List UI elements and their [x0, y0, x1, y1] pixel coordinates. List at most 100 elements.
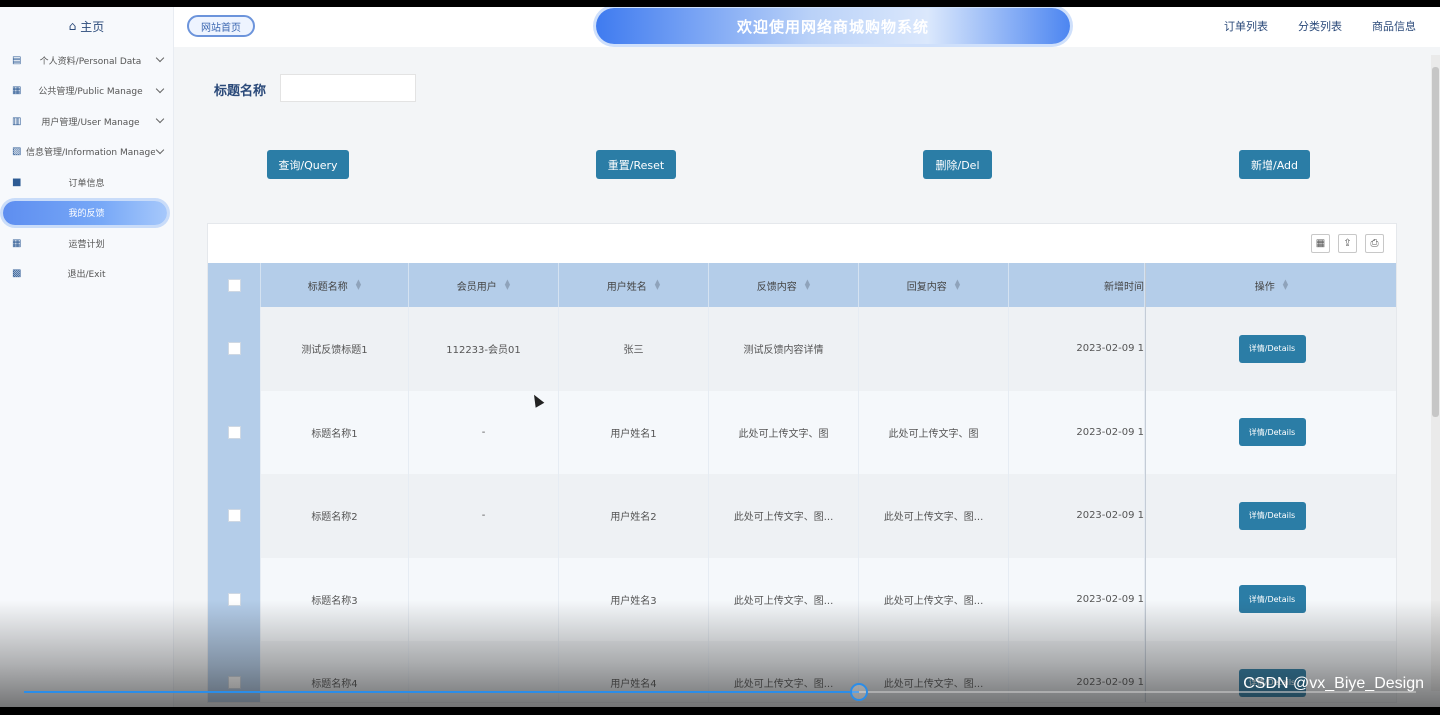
table-row: 标题名称4 用户姓名4 此处可上传文字、图... 此处可上传文字、图... 20…	[208, 641, 1396, 702]
file-icon: ▦	[12, 85, 22, 97]
scrollbar-thumb[interactable]	[1432, 67, 1439, 417]
sidebar-item-exit[interactable]: ▩ 退出/Exit	[0, 259, 173, 290]
table-row: 标题名称1 - 用户姓名1 此处可上传文字、图 此处可上传文字、图 2023-0…	[208, 390, 1396, 474]
cell-reply	[859, 307, 1009, 391]
sidebar-item-label: 退出/Exit	[67, 270, 106, 281]
cell-feedback: 此处可上传文字、图...	[709, 474, 859, 558]
cell-title: 测试反馈标题1	[261, 307, 409, 391]
details-button[interactable]: 详情/Details	[1238, 585, 1306, 614]
chevron-down-icon	[155, 53, 165, 63]
table-row: 标题名称2 - 用户姓名2 此处可上传文字、图... 此处可上传文字、图... …	[208, 474, 1396, 558]
column-header[interactable]: 用户姓名 ▲ ▼	[559, 263, 709, 307]
cell-time: 2023-02-09 1	[1009, 307, 1145, 391]
cell-member: -	[409, 474, 559, 558]
sort-icon[interactable]: ▲ ▼	[505, 279, 510, 291]
sidebar-item-user-manage[interactable]: ▥ 用户管理/User Manage	[0, 106, 173, 137]
cell-time: 2023-02-09 1	[1009, 641, 1145, 702]
sort-icon[interactable]: ▲ ▼	[955, 279, 960, 291]
watermark-text: CSDN @vx_Biye_Design	[1243, 675, 1424, 692]
row-select-cell	[208, 474, 261, 558]
nav-order-list[interactable]: 订单列表	[1224, 18, 1268, 34]
column-label: 标题名称	[307, 281, 348, 293]
table-row: 标题名称3 用户姓名3 此处可上传文字、图... 此处可上传文字、图... 20…	[208, 557, 1396, 641]
sidebar-item-label: 信息管理/Information Manage	[26, 148, 155, 159]
column-header[interactable]: 标题名称 ▲ ▼	[261, 263, 409, 307]
cell-reply: 此处可上传文字、图	[859, 390, 1009, 474]
sidebar-item-label: 用户管理/User Manage	[41, 117, 140, 128]
row-checkbox[interactable]	[227, 676, 241, 690]
sidebar-item-label: 个人资料/Personal Data	[39, 56, 142, 67]
chevron-down-icon	[155, 84, 165, 93]
table-toolbar: ▦ ⇪ ⎙	[1311, 234, 1384, 253]
row-checkbox[interactable]	[227, 509, 241, 523]
row-select-cell	[208, 557, 261, 641]
vertical-scrollbar[interactable]	[1431, 55, 1440, 691]
title-search-input[interactable]	[280, 74, 416, 102]
export-icon[interactable]: ⇪	[1338, 234, 1357, 253]
query-button[interactable]: 查询/Query	[267, 150, 349, 179]
cell-title: 标题名称1	[261, 390, 409, 474]
cell-feedback: 此处可上传文字、图...	[709, 641, 859, 702]
cell-name: 张三	[559, 307, 709, 391]
sidebar-item-operation-plan[interactable]: ▦ 运营计划	[0, 228, 173, 259]
sort-icon[interactable]: ▲ ▼	[356, 279, 361, 291]
video-progress-bar[interactable]	[24, 683, 1416, 701]
sidebar-item-personal-data[interactable]: ▤ 个人资料/Personal Data	[0, 45, 173, 76]
cell-action: 详情/Details	[1145, 390, 1396, 474]
reset-button[interactable]: 重置/Reset	[596, 150, 676, 179]
row-checkbox[interactable]	[227, 342, 241, 356]
details-button[interactable]: 详情/Details	[1238, 418, 1306, 447]
cell-member	[409, 557, 559, 641]
cell-reply: 此处可上传文字、图...	[859, 474, 1009, 558]
column-label: 反馈内容	[756, 281, 797, 293]
site-home-button[interactable]: 网站首页	[187, 15, 255, 37]
cell-feedback: 测试反馈内容详情	[709, 307, 859, 391]
cell-action: 详情/Details	[1145, 641, 1396, 702]
sidebar-item-information-manage[interactable]: ▧ 信息管理/Information Manage	[0, 137, 173, 168]
delete-button[interactable]: 删除/Del	[923, 150, 992, 179]
sort-icon[interactable]: ▲ ▼	[805, 279, 810, 291]
home-icon: ⌂	[68, 19, 77, 33]
cell-name: 用户姓名2	[559, 474, 709, 558]
columns-icon[interactable]: ▦	[1311, 234, 1330, 253]
column-label: 会员用户	[456, 281, 497, 293]
chevron-down-icon	[155, 145, 165, 154]
sidebar-item-label: 运营计划	[68, 239, 105, 250]
cell-time: 2023-02-09 1	[1009, 557, 1145, 641]
nav-category-list[interactable]: 分类列表	[1298, 18, 1342, 34]
nav-product-info[interactable]: 商品信息	[1372, 18, 1416, 34]
print-icon[interactable]: ⎙	[1365, 234, 1384, 253]
column-label: 回复内容	[906, 281, 947, 293]
app-frame: ⌂ 主页 ▤ 个人资料/Personal Data ▦ 公共管理/Public …	[0, 7, 1440, 707]
sidebar-item-label: 我的反馈	[68, 209, 105, 220]
column-header[interactable]: 会员用户 ▲ ▼	[409, 263, 559, 307]
select-all-checkbox[interactable]	[227, 278, 241, 292]
details-button[interactable]: 详情/Details	[1238, 501, 1306, 530]
cell-feedback: 此处可上传文字、图...	[709, 557, 859, 641]
row-checkbox[interactable]	[227, 592, 241, 606]
cell-action: 详情/Details	[1145, 474, 1396, 558]
column-header[interactable]: 新增时间	[1009, 263, 1145, 307]
column-header[interactable]: 回复内容 ▲ ▼	[859, 263, 1009, 307]
sidebar-item-public-manage[interactable]: ▦ 公共管理/Public Manage	[0, 76, 173, 107]
add-button[interactable]: 新增/Add	[1239, 150, 1310, 179]
table-header: 标题名称 ▲ ▼ 会员用户 ▲ ▼ 用户姓名 ▲ ▼ 反馈内容 ▲ ▼ 回复内容 ▲ ▼ 新增时间 …	[208, 263, 1396, 307]
sidebar-item-my-feedback[interactable]: 我的反馈	[0, 198, 173, 229]
column-label: 新增时间	[1104, 281, 1144, 293]
sidebar-item-orders[interactable]: ■ 订单信息	[0, 167, 173, 198]
details-button[interactable]: 详情/Details	[1238, 334, 1306, 363]
sidebar-home[interactable]: ⌂ 主页	[0, 7, 173, 45]
sort-icon[interactable]: ▲ ▼	[1283, 279, 1288, 291]
calendar-check-icon: ▩	[12, 268, 22, 280]
cell-time: 2023-02-09 1	[1009, 474, 1145, 558]
row-checkbox[interactable]	[227, 425, 241, 439]
sort-icon[interactable]: ▲ ▼	[655, 279, 660, 291]
analytics-icon: ▧	[12, 146, 22, 158]
sidebar-item-label: 订单信息	[68, 178, 105, 189]
bar-chart-icon: ▥	[12, 115, 22, 127]
document-icon: ▤	[12, 54, 22, 66]
sidebar-item-label: 公共管理/Public Manage	[38, 87, 143, 98]
column-header[interactable]: 反馈内容 ▲ ▼	[709, 263, 859, 307]
calendar-icon: ▦	[12, 237, 22, 249]
column-label: 用户姓名	[606, 281, 647, 293]
